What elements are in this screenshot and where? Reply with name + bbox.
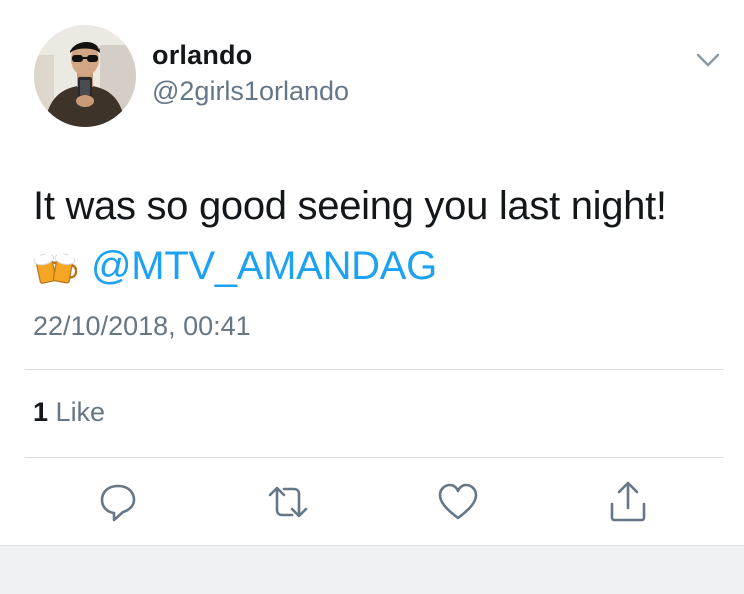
- like-count-label: Like: [55, 397, 106, 427]
- mention-link[interactable]: @MTV_AMANDAG: [91, 244, 437, 289]
- share-icon[interactable]: [606, 480, 650, 524]
- avatar[interactable]: [34, 25, 136, 127]
- avatar-photo: [34, 25, 136, 127]
- like-count-number: 1: [33, 397, 49, 427]
- likes-count[interactable]: 1 Like: [33, 397, 105, 428]
- divider: [25, 457, 724, 458]
- chevron-down-icon[interactable]: [690, 46, 726, 72]
- reply-bubble-icon[interactable]: [96, 480, 140, 524]
- heart-icon[interactable]: [436, 480, 480, 524]
- tweet-text-line-2: @MTV_AMANDAG: [33, 238, 437, 294]
- tweet-actions: [0, 480, 744, 524]
- display-name[interactable]: orlando: [152, 40, 252, 71]
- tweet-card: orlando @2girls1orlando It was so good s…: [0, 0, 744, 545]
- user-handle[interactable]: @2girls1orlando: [152, 76, 349, 107]
- bottom-bar: [0, 545, 744, 594]
- beer-mugs-icon: [33, 244, 77, 288]
- retweet-icon[interactable]: [266, 480, 310, 524]
- tweet-timestamp[interactable]: 22/10/2018, 00:41: [33, 311, 251, 342]
- divider: [25, 369, 724, 370]
- tweet-text: It was so good seeing you last night!: [33, 184, 667, 228]
